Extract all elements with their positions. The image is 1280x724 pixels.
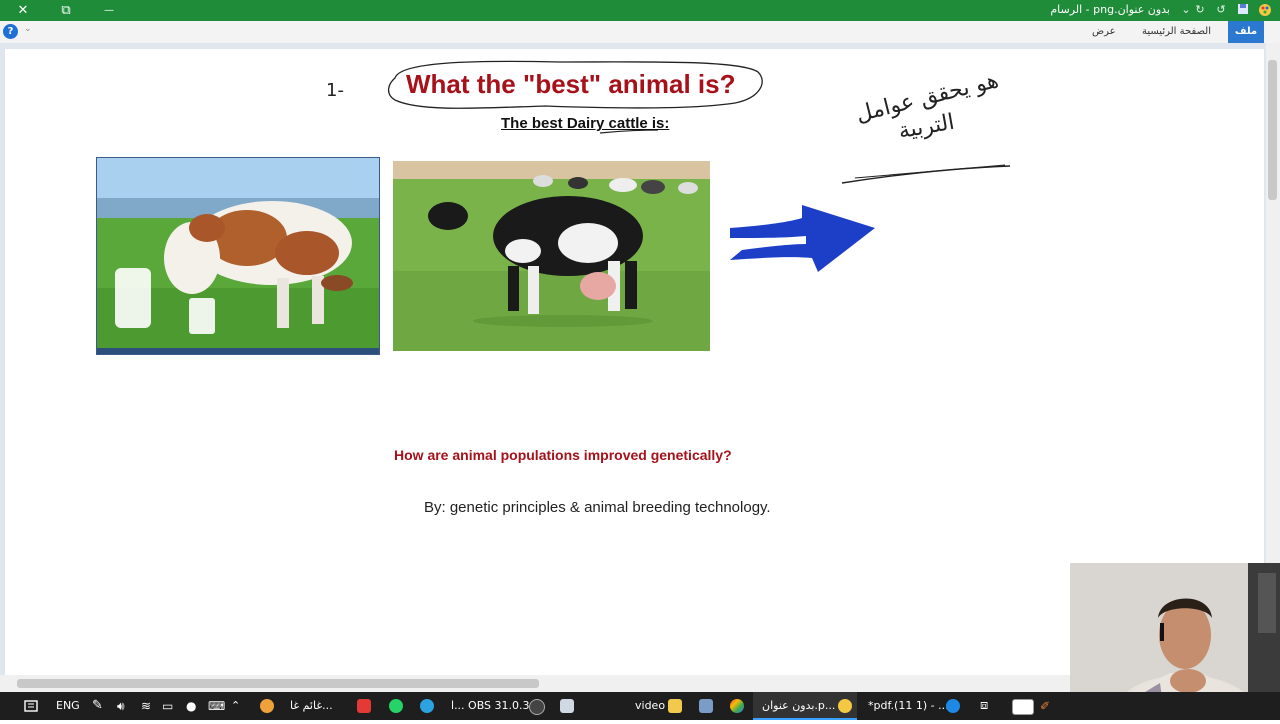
snipping-icon[interactable]: ⧈: [980, 692, 988, 720]
arrow-icon: [730, 205, 875, 272]
notepad-icon[interactable]: [560, 699, 574, 713]
pencil-icon[interactable]: ✐: [1040, 692, 1050, 720]
calculator-icon[interactable]: [1012, 699, 1034, 715]
weather-label[interactable]: غائم غا...: [290, 692, 333, 720]
edge-icon[interactable]: [946, 699, 960, 713]
volume-icon[interactable]: 🔊︎: [117, 692, 125, 720]
wifi-icon[interactable]: ≋: [141, 692, 151, 720]
slide-title: What the "best" animal is?: [406, 69, 736, 99]
chrome-icon[interactable]: [730, 699, 744, 713]
folder-icon[interactable]: [668, 699, 682, 713]
battery-icon[interactable]: ▭: [162, 692, 173, 720]
taskbar-paint[interactable]: بدون عنوان.p...: [762, 692, 835, 720]
wps-icon[interactable]: [357, 699, 371, 713]
language-indicator[interactable]: ENG: [56, 692, 80, 720]
app-icon[interactable]: [699, 699, 713, 713]
slide-question: How are animal populations improved gene…: [394, 447, 732, 463]
taskbar-obs[interactable]: ا... OBS 31.0.3: [451, 692, 530, 720]
obs-icon[interactable]: [529, 699, 545, 715]
slide-subtitle: The best Dairy cattle is:: [501, 115, 670, 132]
paint-taskbar-icon[interactable]: [838, 699, 852, 713]
taskbar: ENG ✎ 🔊︎ ≋ ▭ ● ⌨ ⌃ غائم غا... ا... OBS 3…: [0, 692, 1280, 720]
pen-icon[interactable]: ✎: [92, 692, 103, 720]
taskbar-video[interactable]: video: [635, 692, 665, 720]
holstein-cow-photo: [393, 161, 710, 351]
taskbar-pdf[interactable]: *pdf.(11 1) - ...: [868, 692, 949, 720]
slide-number-mark: 1-: [326, 80, 344, 101]
chevron-up-icon[interactable]: ⌃: [231, 692, 240, 720]
dairy-cow-milk-photo: [96, 157, 380, 355]
telegram-icon[interactable]: [420, 699, 434, 713]
whatsapp-icon[interactable]: [389, 699, 403, 713]
slide-answer: By: genetic principles & animal breeding…: [424, 499, 771, 516]
keyboard-icon[interactable]: ⌨: [208, 692, 225, 720]
task-view-icon[interactable]: [24, 692, 38, 720]
microphone-icon[interactable]: ●: [186, 692, 196, 720]
weather-icon[interactable]: [260, 699, 274, 713]
